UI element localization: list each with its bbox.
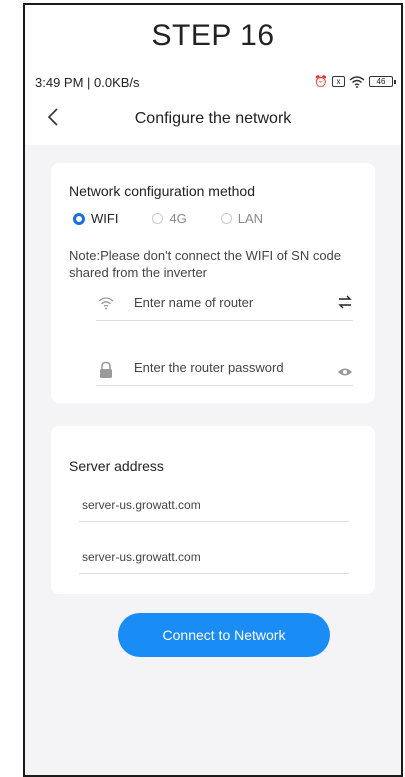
radio-4g[interactable]: 4G [152,211,187,226]
eye-icon[interactable] [337,364,353,382]
radio-wifi[interactable]: WIFI [73,211,118,226]
radio-selected-icon [73,212,85,225]
status-bar: 3:49 PM | 0.0KB/s ⏰ x 46 [25,73,401,95]
wifi-status-icon [349,75,365,88]
server-address-label: Server address [69,458,164,474]
server-address-card: Server address server-us.growatt.com ser… [51,426,375,594]
lock-icon [98,361,114,378]
router-name-placeholder: Enter name of router [134,295,254,310]
server-address-input-2[interactable]: server-us.growatt.com [79,544,349,574]
alarm-icon: ⏰ [314,76,328,88]
network-method-radio-group: WIFI 4G LAN [73,211,297,226]
nav-bar: Configure the network [25,103,401,139]
status-time: 3:49 PM | 0.0KB/s [35,75,140,90]
step-title: STEP 16 [151,19,275,52]
radio-lan-label: LAN [237,211,264,226]
wifi-icon [98,296,114,312]
radio-unselected-icon [152,213,164,224]
page-title: Configure the network [134,110,292,127]
radio-wifi-label: WIFI [91,211,119,226]
sim-icon: x [332,76,345,87]
router-password-placeholder: Enter the router password [134,360,284,375]
screenshot-frame: STEP 16 3:49 PM | 0.0KB/s ⏰ x 46 Configu… [23,3,403,777]
radio-4g-label: 4G [169,211,187,226]
battery-icon: 46 [369,76,396,87]
switch-arrows-icon[interactable] [337,294,353,315]
network-config-label: Network configuration method [69,183,255,199]
wifi-note: Note:Please don't connect the WIFI of SN… [69,248,342,280]
network-config-card: Network configuration method WIFI 4G LAN… [51,163,375,403]
radio-lan[interactable]: LAN [220,211,264,226]
radio-unselected-icon [220,213,232,224]
router-name-field[interactable]: Enter name of router [96,291,353,321]
connect-to-network-button[interactable]: Connect to Network [118,613,330,657]
status-icons: ⏰ x 46 [314,75,396,88]
server-address-input-1[interactable]: server-us.growatt.com [79,492,349,522]
router-password-field[interactable]: Enter the router password [96,356,353,386]
